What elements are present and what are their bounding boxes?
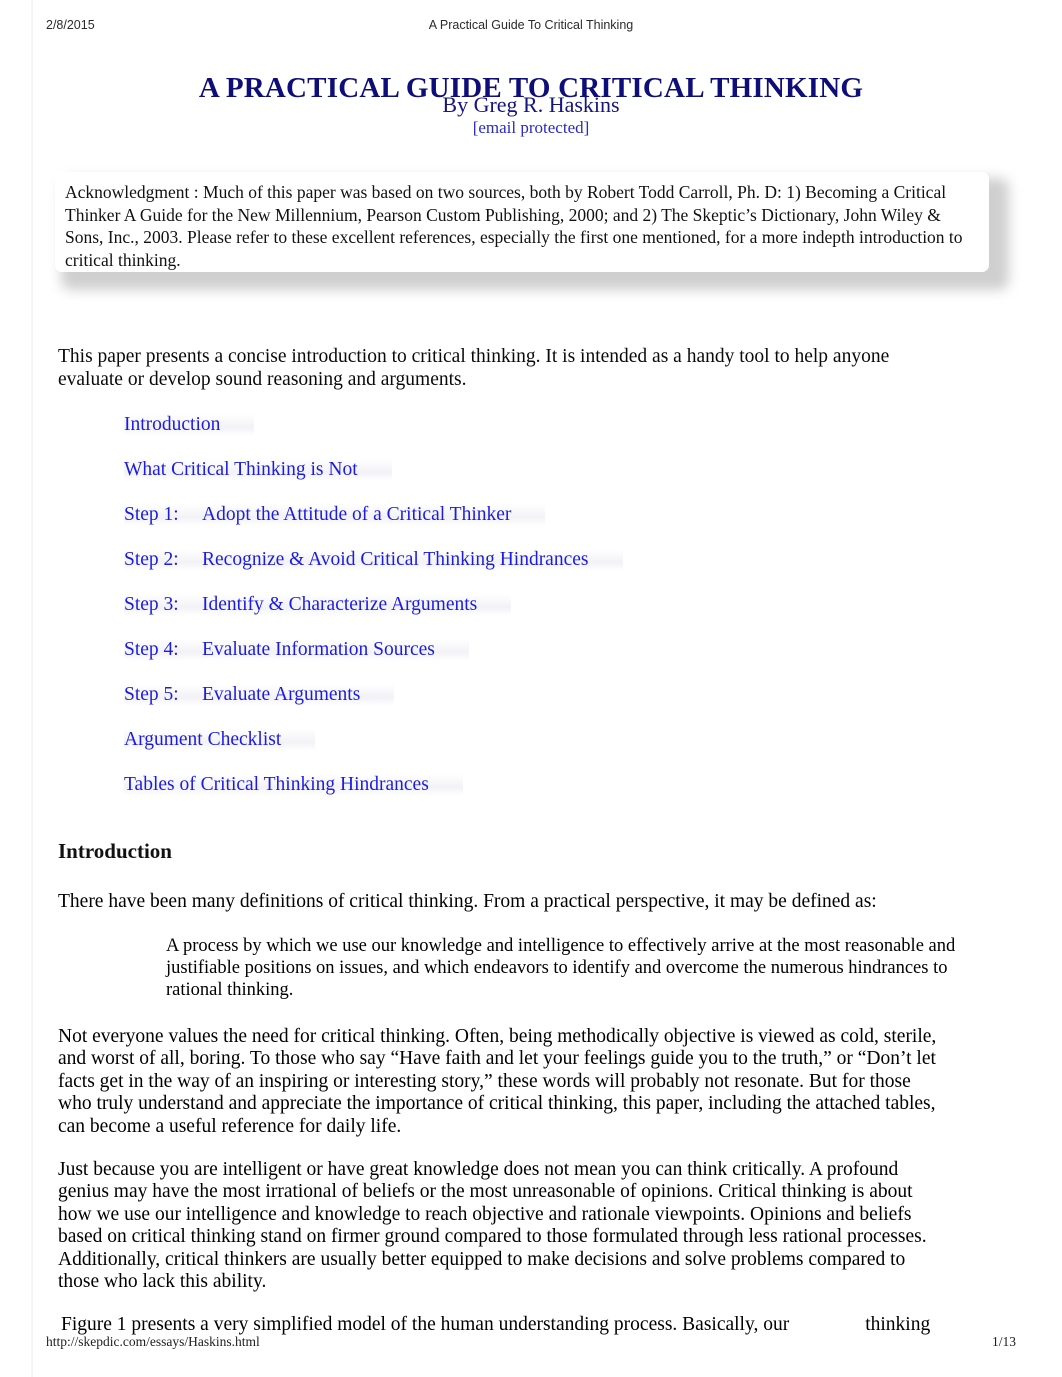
toc-item-label: Recognize & Avoid Critical Thinking Hind… [202, 549, 589, 570]
section-paragraph-4-end: thinking [865, 1313, 931, 1335]
toc-link-step-2[interactable]: Step 2: Recognize & Avoid Critical Thinki… [124, 549, 623, 571]
toc-item-label: Argument Checklist [124, 729, 282, 750]
section-heading-introduction: Introduction [58, 839, 172, 864]
toc-link-step-3[interactable]: Step 3: Identify & Characterize Arguments [124, 594, 512, 616]
toc-item-step: Step 2: [124, 549, 179, 570]
toc-link-what-critical-thinking-is-not[interactable]: What Critical Thinking is Not [124, 459, 392, 481]
toc-item-label: What Critical Thinking is Not [124, 459, 358, 480]
section-paragraph-4-start: Figure 1 presents a very simplified mode… [61, 1313, 790, 1335]
toc-link-step-5[interactable]: Step 5: Evaluate Arguments [124, 684, 395, 706]
toc-link-argument-checklist[interactable]: Argument Checklist [124, 729, 316, 751]
table-of-contents: Introduction What Critical Thinking is N… [124, 414, 884, 819]
document-author: By Greg R. Haskins [442, 92, 620, 117]
intro-paragraph: This paper presents a concise introducti… [58, 345, 890, 390]
print-footer-url[interactable]: http://skepdic.com/essays/Haskins.html [46, 1334, 260, 1350]
print-footer: http://skepdic.com/essays/Haskins.html 1… [0, 1334, 1062, 1354]
toc-item-label: Tables of Critical Thinking Hindrances [124, 774, 429, 795]
toc-link-step-4[interactable]: Step 4: Evaluate Information Sources [124, 639, 469, 661]
print-header: 2/8/2015 A Practical Guide To Critical T… [0, 18, 1062, 40]
section-paragraph-1: There have been many definitions of crit… [58, 890, 877, 912]
toc-item-step: Step 4: [124, 639, 179, 660]
toc-link-tables-of-hindrances[interactable]: Tables of Critical Thinking Hindrances [124, 774, 463, 796]
toc-item-label: Adopt the Attitude of a Critical Thinker [202, 504, 512, 525]
print-header-title: A Practical Guide To Critical Thinking [428, 18, 634, 32]
toc-item-step: Step 5: [124, 684, 179, 705]
toc-item-label: Identify & Characterize Arguments [202, 594, 478, 615]
section-paragraph-2: Not everyone values the need for critica… [58, 1025, 937, 1137]
toc-item-label: Introduction [124, 414, 221, 435]
toc-link-step-1[interactable]: Step 1: Adopt the Attitude of a Critical … [124, 504, 546, 526]
toc-item-label: Evaluate Arguments [202, 684, 361, 705]
section-paragraph-4: Figure 1 presents a very simplified mode… [58, 1314, 998, 1337]
toc-link-introduction[interactable]: Introduction [124, 414, 255, 436]
toc-item-step: Step 3: [124, 594, 179, 615]
section-paragraph-3: Just because you are intelligent or have… [58, 1158, 927, 1293]
page-edge-artifact [31, 0, 33, 1377]
acknowledgment-callout: Acknowledgment : Much of this paper was … [55, 172, 1009, 290]
document-email-link[interactable]: [email protected] [0, 118, 1062, 138]
toc-item-label: Evaluate Information Sources [202, 639, 435, 660]
toc-item-step: Step 1: [124, 504, 179, 525]
acknowledgment-text: Acknowledgment : Much of this paper was … [55, 172, 989, 272]
definition-quote: A process by which we use our knowledge … [166, 935, 956, 1000]
print-footer-page-number: 1/13 [991, 1334, 1016, 1349]
